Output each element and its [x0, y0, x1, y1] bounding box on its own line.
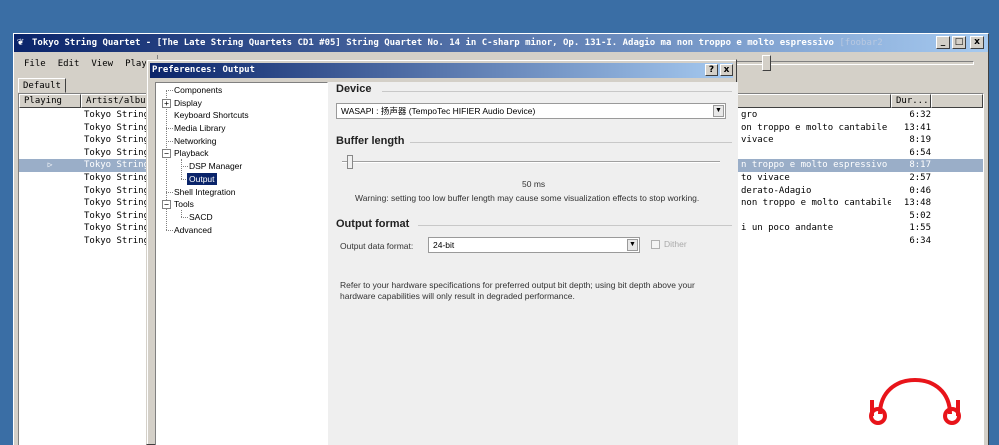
tree-item-media-library[interactable]: Media Library	[172, 122, 228, 134]
tree-item-keyboard-shortcuts[interactable]: Keyboard Shortcuts	[172, 109, 251, 121]
duration-cell: 5:02	[909, 210, 931, 221]
buffer-heading: Buffer length	[336, 135, 405, 147]
preferences-title-text: Preferences: Output	[152, 65, 255, 75]
playlist-tabs: Default	[18, 78, 66, 93]
tree-item-display[interactable]: Display	[172, 97, 204, 109]
now-playing-icon: ▷	[47, 160, 53, 170]
preferences-close-button[interactable]: x	[720, 64, 733, 76]
help-button[interactable]: ?	[705, 64, 718, 76]
column-duration[interactable]: Dur...	[891, 94, 931, 108]
tree-guide	[181, 159, 182, 179]
output-data-format-value: 24-bit	[433, 240, 455, 250]
output-format-divider	[418, 225, 732, 226]
main-caption-buttons: _ □ x	[936, 36, 984, 49]
output-settings-pane: Device WASAPI : 扬声器 (TempoTec HIFIER Aud…	[328, 82, 738, 445]
minimize-button[interactable]: _	[936, 36, 950, 49]
buffer-value: 50 ms	[522, 179, 546, 189]
title-cell: gro	[741, 110, 758, 120]
artist-cell: Tokyo String	[84, 185, 148, 196]
title-cell: to vivace	[741, 173, 790, 183]
duration-cell: 6:34	[909, 236, 931, 246]
tree-item-components[interactable]: Components	[172, 84, 224, 96]
menubar: File Edit View Play	[18, 55, 158, 73]
tree-item-sacd[interactable]: SACD	[187, 211, 215, 223]
output-format-heading: Output format	[336, 218, 410, 230]
artist-cell: Tokyo String	[84, 135, 148, 146]
buffer-slider-track[interactable]	[342, 161, 720, 163]
duration-cell: 0:46	[909, 185, 931, 196]
device-heading: Device	[336, 83, 372, 95]
title-cell: non troppo e molto cantabile	[741, 198, 891, 209]
headphones-logo-icon	[869, 378, 961, 425]
output-data-format-label: Output data format:	[340, 241, 414, 251]
duration-cell: 13:41	[903, 122, 931, 133]
title-cell: derato-Adagio	[741, 185, 812, 196]
preferences-caption-buttons: ? x	[705, 64, 733, 76]
duration-cell: 8:17	[909, 160, 931, 171]
buffer-slider-thumb[interactable]	[346, 155, 353, 169]
tree-guide	[166, 90, 167, 230]
output-format-info: Refer to your hardware specifications fo…	[340, 280, 695, 301]
tree-item-dsp-manager[interactable]: DSP Manager	[187, 160, 244, 172]
title-cell: i un poco andante	[741, 223, 834, 234]
maximize-button[interactable]: □	[952, 36, 966, 49]
artist-cell: Tokyo String	[84, 122, 148, 133]
seekbar-track[interactable]	[714, 61, 974, 65]
main-title-suffix: [foobar2	[839, 38, 883, 48]
artist-cell: Tokyo String	[84, 173, 148, 183]
column-filler	[931, 94, 983, 108]
expand-icon[interactable]: +	[162, 99, 171, 108]
tree-guide	[181, 210, 182, 217]
seekbar-thumb[interactable]	[762, 55, 771, 71]
tree-item-advanced[interactable]: Advanced	[172, 224, 214, 236]
title-cell: n troppo e molto espressivo	[741, 160, 888, 171]
duration-cell: 1:55	[909, 223, 931, 234]
main-titlebar[interactable]: ❦ Tokyo String Quartet - [The Late Strin…	[14, 34, 988, 52]
preferences-titlebar[interactable]: Preferences: Output	[150, 63, 733, 78]
artist-cell: Tokyo String	[84, 223, 148, 234]
device-select[interactable]: WASAPI : 扬声器 (TempoTec HIFIER Audio Devi…	[336, 103, 726, 119]
close-button[interactable]: x	[970, 36, 984, 49]
device-select-value: WASAPI : 扬声器 (TempoTec HIFIER Audio Devi…	[341, 106, 536, 116]
duration-cell: 2:57	[909, 173, 931, 183]
preferences-tree[interactable]: Components + Display Keyboard Shortcuts …	[155, 82, 328, 445]
menu-edit[interactable]: Edit	[52, 55, 86, 73]
column-playing[interactable]: Playing	[19, 94, 81, 108]
column-artist[interactable]: Artist/album	[81, 94, 147, 108]
duration-cell: 6:32	[909, 110, 931, 120]
main-title-text: Tokyo String Quartet - [The Late String …	[32, 38, 834, 48]
title-cell: vivace	[741, 135, 774, 146]
tree-item-output[interactable]: Output	[187, 173, 217, 185]
duration-cell: 13:48	[903, 198, 931, 209]
output-data-format-select[interactable]: 24-bit ▼	[428, 237, 640, 253]
artist-cell: Tokyo String	[84, 210, 148, 221]
chevron-down-icon[interactable]: ▼	[627, 239, 638, 251]
device-divider	[382, 91, 732, 92]
foobar-app-icon: ❦	[17, 35, 24, 48]
title-cell: on troppo e molto cantabile	[741, 122, 888, 133]
tree-item-shell-integration[interactable]: Shell Integration	[172, 186, 237, 198]
buffer-divider	[410, 142, 732, 143]
duration-cell: 8:19	[909, 135, 931, 146]
dither-checkbox[interactable]	[651, 240, 660, 249]
collapse-icon[interactable]: −	[162, 200, 171, 209]
collapse-icon[interactable]: −	[162, 149, 171, 158]
artist-cell: Tokyo String	[84, 236, 148, 246]
preferences-dialog: Preferences: Output ? x Components + Dis…	[146, 59, 738, 445]
watermark-text: OM	[970, 405, 985, 415]
duration-cell: 6:54	[909, 147, 931, 158]
artist-cell: Tokyo String	[84, 160, 148, 171]
dither-label: Dither	[664, 239, 687, 249]
buffer-warning: Warning: setting too low buffer length m…	[355, 193, 700, 203]
tree-item-tools[interactable]: Tools	[172, 198, 196, 210]
menu-view[interactable]: View	[85, 55, 119, 73]
menu-file[interactable]: File	[18, 55, 52, 73]
tab-default[interactable]: Default	[18, 78, 66, 93]
artist-cell: Tokyo String	[84, 147, 148, 158]
tree-item-networking[interactable]: Networking	[172, 135, 219, 147]
artist-cell: Tokyo String	[84, 110, 148, 120]
tree-item-playback[interactable]: Playback	[172, 147, 211, 159]
chevron-down-icon[interactable]: ▼	[713, 105, 724, 117]
artist-cell: Tokyo String	[84, 198, 148, 209]
